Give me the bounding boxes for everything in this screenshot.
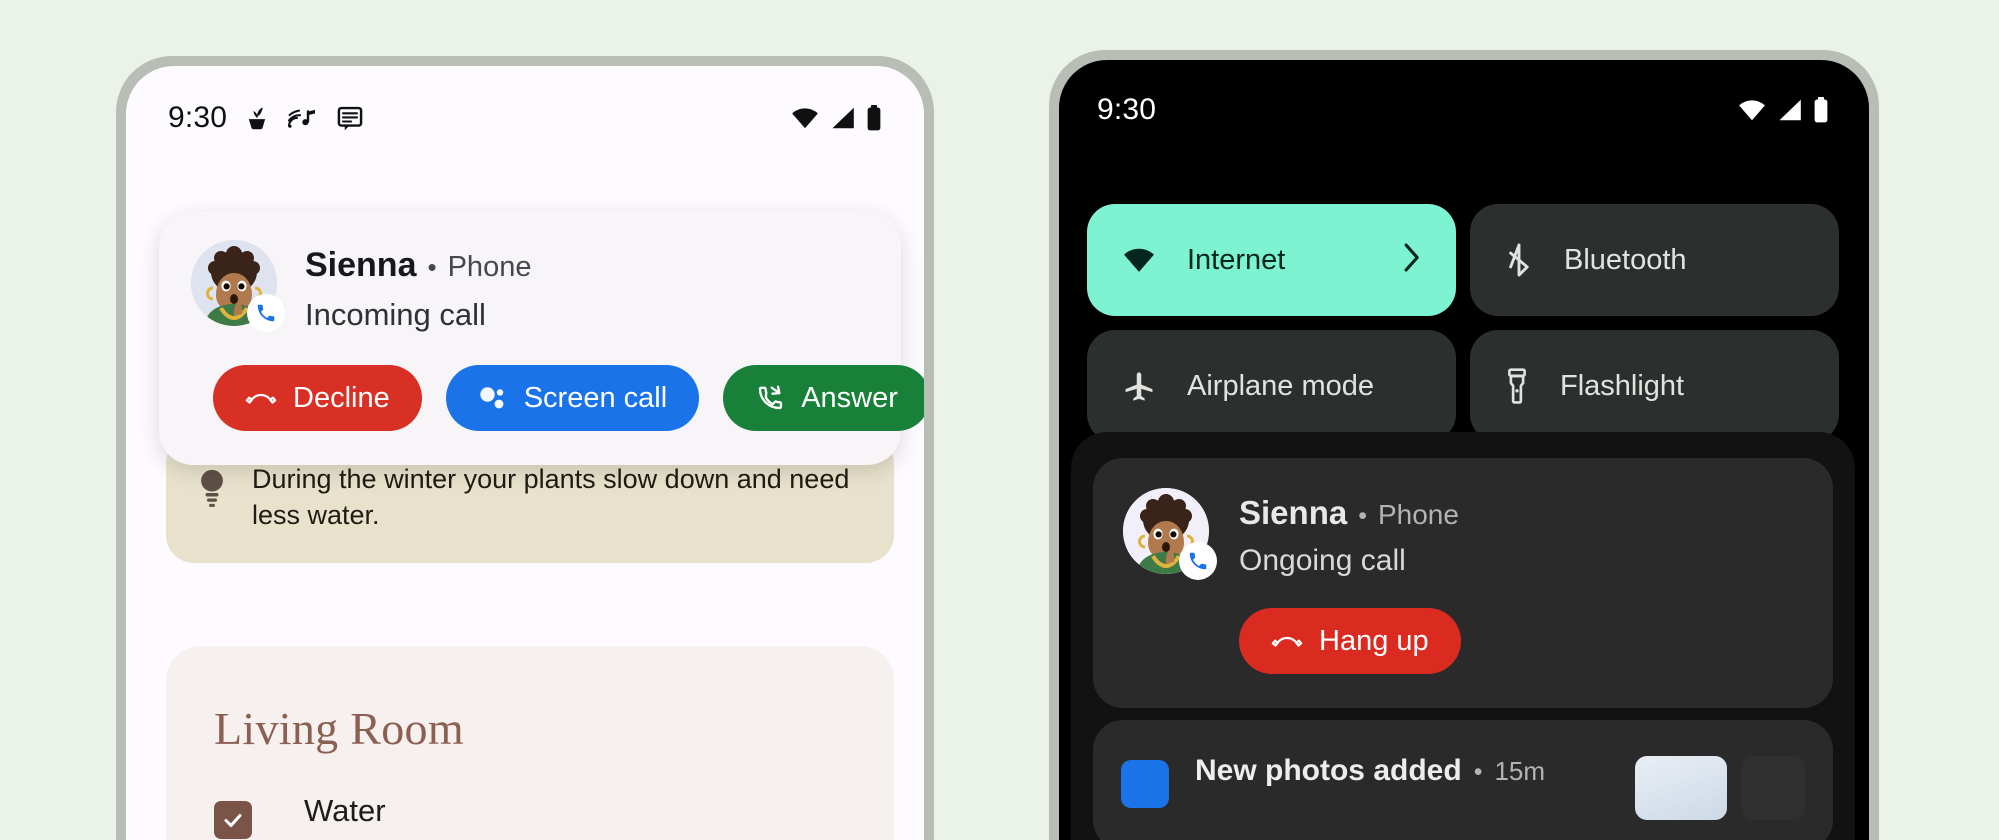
photos-thumbnails: [1635, 754, 1805, 820]
photos-notification-text: New photos added • 15m: [1195, 754, 1609, 788]
ongoing-call-header: Sienna • Phone Ongoing call: [1123, 488, 1803, 580]
answer-button[interactable]: Answer: [723, 365, 924, 431]
cellular-signal-icon: [832, 107, 854, 129]
quick-tile-flashlight-label: Flashlight: [1560, 369, 1685, 402]
message-icon: [337, 106, 363, 131]
screen-call-button-label: Screen call: [523, 381, 668, 414]
ongoing-call-notification[interactable]: Sienna • Phone Ongoing call Hang up: [1093, 458, 1833, 708]
status-time: 9:30: [168, 101, 228, 134]
living-room-task-list: Water hoya australis Feed: [166, 755, 894, 840]
ongoing-call-actions: Hang up: [1123, 608, 1803, 674]
status-time: 9:30: [1097, 93, 1157, 126]
task-title: Water: [304, 793, 386, 828]
notification-time: 15m: [1494, 756, 1546, 786]
plant-tip-text: During the winter your plants slow down …: [252, 464, 850, 530]
phone-call-icon: [247, 294, 285, 332]
answer-button-label: Answer: [801, 381, 898, 414]
wifi-icon: [792, 108, 818, 129]
decline-button[interactable]: Decline: [213, 365, 422, 431]
quick-tile-airplane-mode[interactable]: Airplane mode: [1087, 330, 1456, 442]
airplane-icon: [1125, 372, 1153, 401]
notification-body: Incoming call: [305, 297, 486, 332]
quick-tile-internet-label: Internet: [1187, 243, 1286, 276]
left-status-bar-start: 9:30: [168, 101, 365, 135]
right-status-bar: 9:30: [1059, 60, 1869, 132]
battery-icon: [1814, 97, 1828, 123]
right-status-bar-start: 9:30: [1097, 93, 1156, 127]
living-room-title: Living Room: [214, 703, 464, 754]
avatar: [1123, 488, 1217, 580]
incoming-call-header: Sienna • Phone Incoming call: [191, 240, 869, 333]
incoming-call-text: Sienna • Phone Incoming call: [305, 240, 531, 333]
photos-notification[interactable]: New photos added • 15m: [1093, 720, 1833, 840]
ongoing-call-text: Sienna • Phone Ongoing call: [1239, 488, 1459, 578]
living-room-card: Living Room Water hoya australis: [166, 646, 894, 840]
chevron-right-icon[interactable]: [1400, 241, 1424, 280]
phone-call-icon: [1179, 542, 1217, 580]
left-phone-screen: 9:30 During the winter your plants slow …: [126, 66, 924, 840]
incoming-call-title-row: Sienna • Phone: [305, 240, 531, 285]
left-phone-content: During the winter your plants slow down …: [126, 140, 924, 840]
cellular-signal-icon: [1779, 99, 1801, 121]
call-end-icon: [245, 393, 277, 404]
battery-icon: [867, 105, 881, 131]
check-icon: [224, 814, 242, 827]
photo-thumbnail[interactable]: [1635, 756, 1727, 820]
wifi-icon: [1124, 248, 1154, 272]
call-answer-icon: [758, 385, 783, 410]
notification-title: New photos added: [1195, 754, 1462, 787]
right-phone-content: Internet Bluetooth Airplane mode Flashli…: [1059, 132, 1869, 840]
bluetooth-icon: [1509, 243, 1529, 277]
task-row[interactable]: Water hoya australis: [214, 793, 894, 840]
screen-call-button[interactable]: Screen call: [445, 365, 700, 431]
photos-icon: [1121, 760, 1169, 808]
notification-separator: •: [1358, 502, 1367, 530]
quick-tile-airplane-mode-label: Airplane mode: [1187, 369, 1374, 402]
assistant-icon: [480, 387, 504, 409]
photo-thumbnail[interactable]: [1741, 756, 1805, 820]
task-text: Water hoya australis: [304, 793, 464, 840]
lightbulb-icon: [194, 462, 230, 533]
notification-sender: Sienna: [1239, 494, 1348, 531]
notification-app-name: Phone: [447, 251, 532, 283]
quick-tile-bluetooth-label: Bluetooth: [1564, 243, 1687, 276]
plant-icon: [249, 107, 266, 130]
avatar: [191, 240, 285, 332]
notification-body: Ongoing call: [1239, 544, 1406, 577]
music-cast-icon: [288, 109, 316, 128]
quick-tile-flashlight[interactable]: Flashlight: [1470, 330, 1839, 442]
flashlight-icon: [1508, 368, 1526, 404]
left-status-bar-end: [790, 105, 882, 131]
right-phone-screen: 9:30 Internet Bluetooth Airplane mode Fl…: [1059, 60, 1869, 840]
screenshot-canvas: 9:30 During the winter your plants slow …: [0, 0, 1999, 840]
quick-tile-internet[interactable]: Internet: [1087, 204, 1456, 316]
notification-shade: Sienna • Phone Ongoing call Hang up New …: [1071, 432, 1855, 840]
call-end-icon: [1271, 636, 1303, 647]
left-status-bar: 9:30: [126, 66, 924, 140]
hang-up-button[interactable]: Hang up: [1239, 608, 1461, 674]
task-checkbox-water[interactable]: [214, 801, 252, 839]
right-status-bar-end: [1737, 97, 1829, 123]
notification-separator: •: [1473, 758, 1483, 786]
left-phone-frame: 9:30 During the winter your plants slow …: [116, 56, 934, 840]
decline-button-label: Decline: [293, 381, 390, 414]
incoming-call-actions: Decline Screen call Answer: [191, 365, 924, 431]
photos-title-row: New photos added • 15m: [1195, 754, 1609, 788]
notification-separator: •: [427, 252, 437, 282]
incoming-call-notification[interactable]: Sienna • Phone Incoming call Decline Scr…: [159, 212, 924, 465]
notification-sender: Sienna: [305, 246, 417, 284]
task-subtitle: hoya australis: [304, 836, 464, 840]
quick-settings-grid: Internet Bluetooth Airplane mode Flashli…: [1087, 204, 1839, 442]
ongoing-call-title-row: Sienna • Phone: [1239, 488, 1459, 532]
hang-up-button-label: Hang up: [1319, 624, 1429, 657]
right-phone-frame: 9:30 Internet Bluetooth Airplane mode Fl…: [1049, 50, 1879, 840]
quick-tile-bluetooth[interactable]: Bluetooth: [1470, 204, 1839, 316]
notification-app-name: Phone: [1377, 499, 1459, 530]
wifi-icon: [1739, 100, 1765, 121]
